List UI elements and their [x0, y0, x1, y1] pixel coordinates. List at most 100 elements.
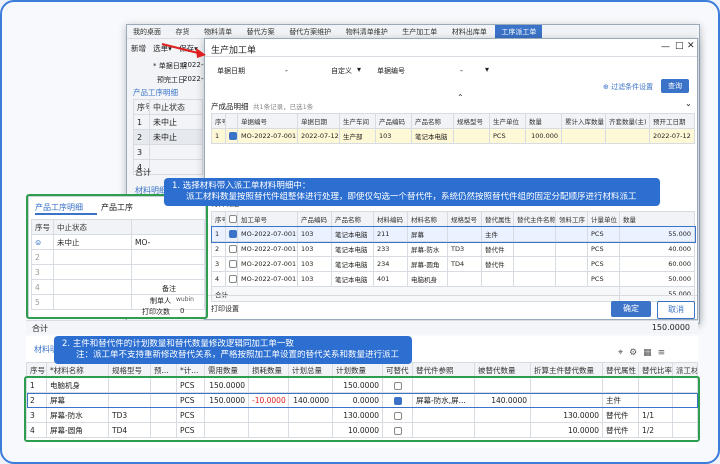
filter-code-label: 单据编号 — [377, 67, 405, 75]
row-checkbox[interactable] — [225, 256, 238, 272]
confirm-button[interactable]: 确定 — [611, 301, 651, 317]
tab-material-issue[interactable]: 材料出库单 — [446, 25, 493, 39]
settings-icon[interactable]: ⚙ — [629, 348, 643, 358]
col-seq: 序号 — [211, 211, 226, 227]
col-product-code: 产品编码 — [297, 211, 332, 227]
material-row[interactable]: 4 MO-2022-07-0011 103 笔记本电脑 401 电脑机身 PCS… — [211, 271, 695, 287]
tab-production-order[interactable]: 生产加工单 — [396, 25, 443, 39]
material-row[interactable]: 1 MO-2022-07-0011 103 笔记本电脑 211 屏幕 主件 PC… — [210, 225, 696, 243]
row-checkbox[interactable] — [225, 128, 238, 144]
cell — [555, 271, 588, 287]
row-checkbox[interactable] — [225, 271, 238, 287]
cell: 笔记本电脑 — [331, 241, 374, 257]
cell — [555, 226, 588, 242]
material-row[interactable]: 2 MO-2022-07-0011 103 笔记本电脑 233 屏幕-防水 TD… — [211, 241, 695, 257]
cell: 1 — [211, 128, 226, 144]
cell — [555, 256, 588, 272]
cell: PCS — [489, 128, 526, 144]
cell: 屏幕-圆角 — [407, 256, 448, 272]
divider — [205, 56, 697, 57]
cell: 103 — [297, 241, 332, 257]
cell: 1 — [211, 226, 226, 242]
cell: 100.000 — [525, 128, 562, 144]
cancel-button[interactable]: 取消 — [657, 301, 695, 319]
chevron-down-icon[interactable]: ⌄ — [685, 99, 692, 108]
cell: 3 — [133, 144, 150, 160]
collapse-toggle-icon[interactable]: ⌃ — [457, 93, 464, 102]
back-table: 序号中止状态 1未中止 2未中止 3 4 — [133, 99, 203, 175]
maximize-icon[interactable]: □ — [675, 41, 684, 51]
tab-substitute-maint[interactable]: 替代方案维护 — [283, 25, 337, 39]
cell — [555, 241, 588, 257]
cell — [513, 226, 556, 242]
filter-date-dash: - — [285, 66, 288, 75]
materials-total-row: 合计 55.000 — [211, 286, 695, 302]
callout-1-line2: 派工材料数量按照替代件组整体进行处理，即使仅勾选一个替代件，系统仍然按照替代件组… — [186, 192, 637, 202]
tab-bom[interactable]: 物料清单 — [198, 25, 238, 39]
cell: 屏幕 — [407, 226, 448, 242]
col-kit: 齐套数量(主) — [605, 113, 650, 129]
callout-1-line1: 1. 选择材料带入派工单材料明细中： — [172, 181, 311, 191]
total-label: 合计 — [211, 286, 620, 302]
cell: MO-2022-07-0011 — [237, 271, 298, 287]
toolbar-icons: ⌖⚙▦≡ — [618, 348, 671, 358]
total-value: 150.0000 — [651, 323, 690, 332]
total-label: 合计 — [32, 324, 48, 333]
cell: 211 — [373, 226, 408, 242]
product-row[interactable]: 1 MO-2022-07-0011 2022-07-12 生产部 103 笔记本… — [211, 128, 695, 144]
filter-setting-link[interactable]: ⊕ 过滤条件设置 — [603, 82, 653, 92]
cell: 401 — [373, 271, 408, 287]
tab-inventory[interactable]: 存货 — [170, 25, 196, 39]
print-setting-link[interactable]: 打印设置 — [211, 304, 239, 314]
chevron-down-icon: ▾ — [357, 65, 362, 74]
products-info: 共1条记录，已选1条 — [253, 103, 314, 111]
tab-work-dispatch[interactable]: 工序派工单 — [495, 25, 543, 39]
col-unit: 生产单位 — [489, 113, 526, 129]
tab-desktop[interactable]: 我的桌面 — [127, 25, 167, 39]
back-plan-label: 预完工日 — [157, 76, 185, 84]
filter-code-dash: - — [460, 66, 463, 75]
row-checkbox[interactable] — [225, 241, 238, 257]
callout-2: 2. 主件和替代件的计划数量和替代数量修改逻辑同加工单一致 注：派工单不支持重新… — [54, 336, 412, 364]
col-qty: 数量 — [619, 211, 695, 227]
location-icon[interactable]: ⌖ — [618, 348, 629, 358]
cell: 2 — [211, 241, 226, 257]
cell: 103 — [375, 128, 412, 144]
products-table: 序号 单据编号 单据日期 生产车间 产品编码 产品名称 规格型号 生产单位 数量… — [211, 113, 695, 144]
close-icon[interactable]: ✕ — [687, 41, 695, 51]
cell — [447, 226, 482, 242]
tab-bom-maint[interactable]: 物料清单维护 — [340, 25, 394, 39]
col-code: 单据编号 — [237, 113, 298, 129]
cell: PCS — [587, 226, 620, 242]
cell: 1 — [133, 114, 150, 130]
plus-circle-icon: ⊕ — [603, 83, 609, 91]
minimize-icon[interactable]: — — [661, 42, 670, 52]
cell: 未中止 — [149, 114, 203, 130]
cell — [513, 271, 556, 287]
grid-icon[interactable]: ▦ — [643, 348, 658, 358]
new-button[interactable]: 新增 — [131, 44, 146, 53]
col-process: 领料工序 — [555, 211, 588, 227]
cell: 103 — [297, 256, 332, 272]
material-row[interactable]: 3 MO-2022-07-0011 103 笔记本电脑 234 屏幕-圆角 TD… — [211, 256, 695, 272]
col-spec: 规格型号 — [447, 211, 482, 227]
cell — [513, 256, 556, 272]
products-title: 产成品明细 — [211, 102, 249, 111]
back-section-tab[interactable]: 产品工序明细 — [133, 87, 178, 98]
tab-substitute[interactable]: 替代方案 — [241, 25, 281, 39]
filter-date-range[interactable]: 自定义 — [331, 66, 352, 76]
cell: 103 — [297, 271, 332, 287]
row-checkbox[interactable] — [225, 226, 238, 242]
cell — [513, 241, 556, 257]
list-icon[interactable]: ≡ — [658, 348, 672, 358]
cell — [447, 271, 482, 287]
callout-1: 1. 选择材料带入派工单材料明细中： 派工材料数量按照替代件组整体进行处理，即使… — [164, 178, 660, 206]
col-material-name: 材料名称 — [407, 211, 448, 227]
col-seq: 序号 — [211, 113, 226, 129]
col-received: 累计入库数量 — [561, 113, 606, 129]
cell: MO-2022-07-0011 — [237, 241, 298, 257]
screenshot-frame: 我的桌面 存货 物料清单 替代方案 替代方案维护 物料清单维护 生产加工单 材料… — [0, 0, 720, 464]
cell: 40.000 — [619, 241, 695, 257]
col-seq: 序号 — [133, 99, 150, 115]
query-button[interactable]: 查询 — [661, 79, 689, 93]
